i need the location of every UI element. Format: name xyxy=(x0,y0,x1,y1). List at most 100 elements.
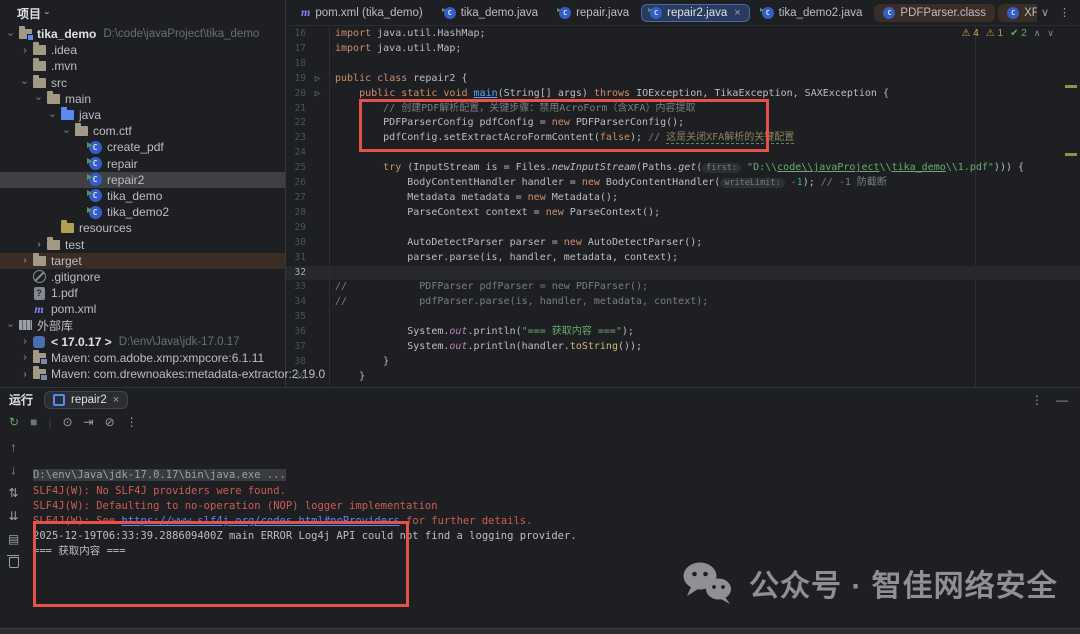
code-line[interactable]: 38 } xyxy=(286,354,1080,370)
tree-item[interactable]: m pom.xml xyxy=(0,301,285,317)
code-line[interactable]: 29 xyxy=(286,220,1080,236)
tree-item[interactable]: › Maven: com.drewnoakes:metadata-extracto… xyxy=(0,366,325,382)
editor-tab[interactable]: Ctika_demo2.java xyxy=(753,4,872,22)
tree-item[interactable]: Ctika_demo2 xyxy=(0,204,285,220)
code-line[interactable]: 39 } xyxy=(286,369,1080,385)
editor-tab[interactable]: Crepair.java xyxy=(550,4,638,22)
thread-dump-icon[interactable]: ⊙ xyxy=(62,415,72,429)
code-line[interactable]: 32 xyxy=(286,265,1080,281)
clear-console-icon[interactable] xyxy=(7,555,19,568)
prev-problem-chevron-icon[interactable]: ∧ xyxy=(1034,28,1041,39)
run-panel-kebab-icon[interactable]: ⋮ xyxy=(1031,393,1043,407)
tree-item[interactable]: Crepair2 xyxy=(0,171,285,188)
run-gutter-icon[interactable]: ▷ xyxy=(306,86,330,102)
down-stack-trace-icon[interactable]: ↓ xyxy=(11,463,17,477)
code-line[interactable]: 35 xyxy=(286,310,1080,326)
close-icon[interactable]: × xyxy=(734,7,740,19)
editor-tab[interactable]: Ctika_demo.java xyxy=(435,4,547,22)
tree-item[interactable]: .gitignore xyxy=(0,269,285,285)
tree-item[interactable]: Ctika_demo xyxy=(0,188,285,204)
code-line[interactable]: 26 BodyContentHandler handler = new Body… xyxy=(286,176,1080,191)
chevron-right-icon[interactable]: › xyxy=(18,352,32,363)
tree-item[interactable]: › main xyxy=(0,90,285,107)
chevron-down-icon[interactable]: › xyxy=(60,126,74,137)
code-line[interactable]: 30 AutoDetectParser parser = new AutoDet… xyxy=(286,235,1080,251)
tree-item[interactable]: › 外部库 xyxy=(0,317,285,333)
code-line[interactable]: 17 import java.util.Map; xyxy=(286,41,1080,57)
tree-item[interactable]: › Maven: com.adobe.xmp:xmpcore:6.1.11 xyxy=(0,349,285,366)
chevron-down-icon[interactable]: › xyxy=(4,320,18,331)
tab-overflow-chevron-icon[interactable]: ∨ xyxy=(1041,6,1049,19)
code-line[interactable]: 31 parser.parse(is, handler, metadata, c… xyxy=(286,250,1080,266)
code-line[interactable]: 36 System.out.println("=== 获取内容 ==="); xyxy=(286,325,1080,341)
toolbar-kebab-icon[interactable]: ⋮ xyxy=(126,415,138,429)
scrollbar-warning-mark[interactable] xyxy=(1065,153,1077,156)
folder-icon xyxy=(32,58,46,73)
inspections-widget[interactable]: ⚠ 4 ⚠ 1 ✔ 2 ∧ ∨ xyxy=(961,28,1054,39)
run-config-tab[interactable]: repair2 × xyxy=(44,390,129,409)
code-text: ParseContext context = new ParseContext(… xyxy=(335,206,661,218)
code-editor[interactable]: 16 import java.util.HashMap; 17 import java… xyxy=(286,25,1080,387)
tree-item[interactable]: › < 17.0.17 > D:\env\Java\jdk-17.0.17 xyxy=(0,334,285,350)
print-icon[interactable]: ▤ xyxy=(8,532,19,546)
close-icon[interactable]: × xyxy=(113,394,119,406)
code-line[interactable]: 37 System.out.println(handler.toString()… xyxy=(286,340,1080,355)
chevron-down-icon[interactable]: › xyxy=(46,110,60,121)
tree-item[interactable]: › tika_demo D:\code\javaProject\tika_demo xyxy=(0,26,285,42)
tree-item[interactable]: Crepair xyxy=(0,156,285,172)
tree-item-label: pom.xml xyxy=(51,302,97,317)
code-line[interactable]: 33 // PDFParser pdfParser = new PDFParser… xyxy=(286,280,1080,296)
code-line[interactable]: 34 // pdfParser.parse(is, handler, metada… xyxy=(286,295,1080,311)
tree-item[interactable]: Ccreate_pdf xyxy=(0,139,285,155)
soft-wrap-icon[interactable]: ⇅ xyxy=(8,486,18,500)
tree-item-label: com.ctf xyxy=(93,124,132,139)
folder-icon xyxy=(32,74,46,90)
code-line[interactable]: 25 try (InputStream is = Files.newInputS… xyxy=(286,161,1080,177)
hide-panel-icon[interactable]: — xyxy=(1056,393,1068,407)
console-left-rail: ↑ ↓ ⇅ ⇊ ▤ xyxy=(0,433,27,634)
project-panel: 项目 › › tika_demo D:\code\javaProject\tika_… xyxy=(0,0,325,387)
editor-tab[interactable]: C PDFParser.class xyxy=(874,3,996,22)
code-text: // PDFParser pdfParser = new PDFParser()… xyxy=(335,281,649,293)
run-gutter-icon[interactable]: ▷ xyxy=(306,71,330,87)
chevron-right-icon[interactable]: › xyxy=(32,239,46,250)
scrollbar-warning-mark[interactable] xyxy=(1065,85,1077,88)
chevron-right-icon[interactable]: › xyxy=(18,369,32,380)
tree-item[interactable]: › .idea xyxy=(0,42,285,58)
tree-item[interactable]: › java xyxy=(0,107,285,123)
code-text: System.out.println(handler.toString()); xyxy=(335,341,643,353)
restore-layout-icon[interactable]: ⇥ xyxy=(84,415,94,429)
tree-item[interactable]: › com.ctf xyxy=(0,123,285,139)
editor-tab[interactable]: Crepair2.java × xyxy=(641,3,750,22)
tree-item[interactable]: › test xyxy=(0,236,285,252)
tree-item[interactable]: ? 1.pdf xyxy=(0,285,285,301)
code-line[interactable]: 27 Metadata metadata = new Metadata(); xyxy=(286,190,1080,206)
editor-tab[interactable]: m pom.xml (tika_demo) xyxy=(292,2,432,23)
class-icon: C xyxy=(1007,6,1020,19)
up-stack-trace-icon[interactable]: ↑ xyxy=(11,440,17,454)
line-number: 31 xyxy=(294,251,306,263)
tree-item[interactable]: resources xyxy=(0,220,285,236)
code-line[interactable]: 28 ParseContext context = new ParseConte… xyxy=(286,205,1080,221)
line-number: 36 xyxy=(294,326,306,338)
tree-item[interactable]: › src xyxy=(0,74,285,91)
mute-icon[interactable]: ⊘ xyxy=(105,415,115,429)
scroll-to-end-icon[interactable]: ⇊ xyxy=(8,509,18,523)
editor-tab[interactable]: C XFAExtractor.class xyxy=(998,3,1037,22)
chevron-down-icon[interactable]: › xyxy=(32,93,46,104)
stop-icon[interactable]: ■ xyxy=(30,415,37,429)
code-line[interactable]: 18 xyxy=(286,56,1080,72)
project-panel-header[interactable]: 项目 › xyxy=(0,0,285,26)
chevron-right-icon[interactable]: › xyxy=(18,45,32,56)
tree-item[interactable]: .mvn xyxy=(0,58,285,74)
chevron-down-icon[interactable]: › xyxy=(18,77,32,88)
tree-item[interactable]: › target xyxy=(0,252,285,269)
next-problem-chevron-icon[interactable]: ∨ xyxy=(1047,28,1054,39)
tab-options-kebab-icon[interactable]: ⋮ xyxy=(1059,6,1070,19)
chevron-right-icon[interactable]: › xyxy=(18,255,32,266)
code-line[interactable]: 19 ▷ public class repair2 { xyxy=(286,71,1080,87)
chevron-down-icon[interactable]: › xyxy=(4,29,18,40)
rerun-icon[interactable]: ↻ xyxy=(9,415,19,429)
chevron-right-icon[interactable]: › xyxy=(18,336,32,347)
gutter xyxy=(306,176,330,191)
